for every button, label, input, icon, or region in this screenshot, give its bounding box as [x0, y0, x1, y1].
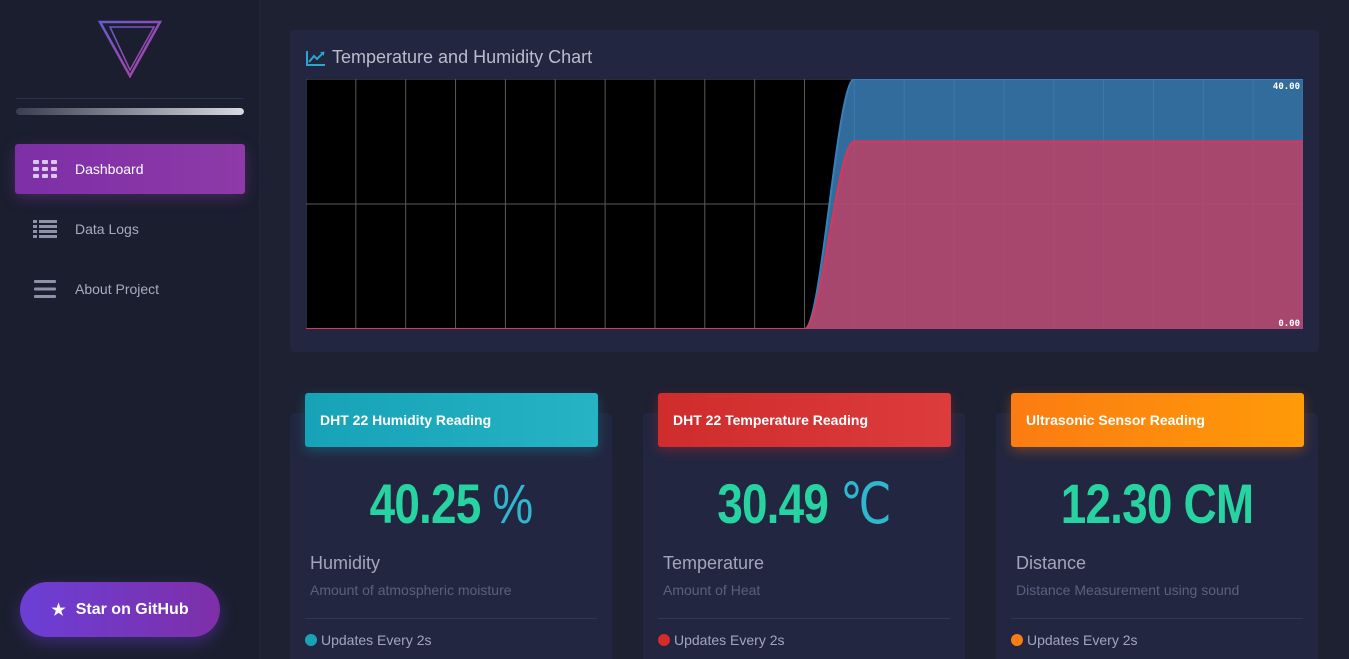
sidebar-item-label: Dashboard — [75, 161, 144, 177]
distance-number: 12.30 CM — [1060, 472, 1254, 535]
sidebar-progress-bar — [16, 108, 244, 115]
grid-icon — [32, 159, 58, 179]
distance-label: Distance — [1016, 553, 1087, 573]
distance-card-header: Ultrasonic Sensor Reading — [1011, 393, 1304, 447]
update-interval-text: Updates Every 2s — [674, 632, 785, 648]
sidebar-item-dashboard[interactable]: Dashboard — [15, 144, 245, 194]
temperature-humidity-chart: 40.00 0.00 — [306, 79, 1303, 329]
sidebar-divider — [16, 98, 244, 99]
update-interval-text: Updates Every 2s — [1027, 632, 1138, 648]
update-interval-text: Updates Every 2s — [321, 632, 432, 648]
sidebar-item-about-project[interactable]: About Project — [15, 264, 245, 314]
star-icon: ★ — [51, 601, 66, 619]
sidebar-item-label: About Project — [75, 281, 160, 297]
list-icon — [32, 219, 58, 239]
y-tick-label-min: 0.00 — [1278, 319, 1300, 329]
temperature-card: DHT 22 Temperature Reading 30.49 ℃ Tempe… — [643, 393, 965, 659]
temperature-unit: ℃ — [828, 472, 892, 535]
distance-value: 12.30 CM — [1025, 471, 1289, 536]
status-dot-icon — [1011, 634, 1023, 646]
distance-card: Ultrasonic Sensor Reading 12.30 CM Dista… — [996, 393, 1318, 659]
temperature-card-header: DHT 22 Temperature Reading — [658, 393, 951, 447]
distance-footer: Updates Every 2s — [1011, 632, 1138, 648]
temperature-label: Temperature — [663, 553, 765, 573]
humidity-card-header: DHT 22 Humidity Reading — [305, 393, 598, 447]
humidity-value: 40.25 % — [319, 471, 583, 536]
temperature-description: Amount of Heat — [663, 582, 761, 598]
menu-icon — [32, 279, 58, 299]
humidity-footer: Updates Every 2s — [305, 632, 432, 648]
triangle-logo-icon[interactable] — [97, 20, 163, 79]
line-chart-icon — [306, 50, 326, 66]
humidity-number: 40.25 — [369, 472, 482, 535]
sidebar: Dashboard Data Logs About Project ★ Star… — [0, 0, 260, 659]
star-on-github-button[interactable]: ★ Star on GitHub — [20, 582, 220, 637]
card-divider — [658, 618, 950, 619]
sidebar-item-label: Data Logs — [75, 221, 139, 237]
y-tick-label-max: 40.00 — [1273, 82, 1300, 92]
github-button-label: Star on GitHub — [75, 600, 189, 618]
humidity-unit: % — [480, 472, 533, 535]
distance-description: Distance Measurement using sound — [1016, 582, 1240, 598]
status-dot-icon — [658, 634, 670, 646]
humidity-label: Humidity — [310, 553, 381, 573]
humidity-card: DHT 22 Humidity Reading 40.25 % Humidity… — [290, 393, 612, 659]
chart-panel-title: Temperature and Humidity Chart — [306, 47, 592, 68]
temperature-value: 30.49 ℃ — [672, 471, 936, 537]
card-divider — [305, 618, 597, 619]
sidebar-item-data-logs[interactable]: Data Logs — [15, 204, 245, 254]
temperature-number: 30.49 — [717, 472, 829, 535]
temperature-footer: Updates Every 2s — [658, 632, 785, 648]
chart-panel: Temperature and Humidity Chart 40.00 0.00 — [290, 30, 1319, 352]
chart-title-text: Temperature and Humidity Chart — [332, 47, 593, 67]
card-divider — [1011, 618, 1303, 619]
progress-fill — [16, 108, 244, 115]
status-dot-icon — [305, 634, 317, 646]
humidity-description: Amount of atmospheric moisture — [310, 582, 512, 598]
